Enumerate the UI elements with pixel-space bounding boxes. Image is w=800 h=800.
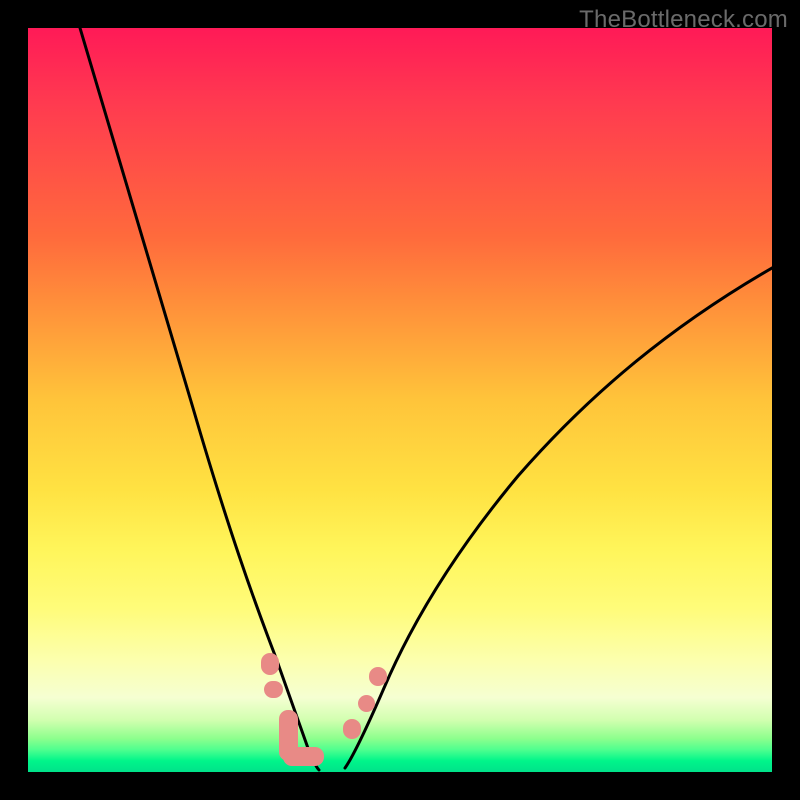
left-curve-path bbox=[80, 28, 319, 770]
curve-layer bbox=[28, 28, 772, 772]
right-top-blob bbox=[369, 667, 387, 686]
chart-canvas: TheBottleneck.com bbox=[0, 0, 800, 800]
left-top-blob bbox=[261, 653, 279, 675]
left-mid-blob bbox=[264, 681, 283, 697]
right-curve-path bbox=[345, 268, 772, 768]
right-lower-blob bbox=[343, 719, 361, 738]
bottom-bar bbox=[283, 747, 324, 766]
attribution-text: TheBottleneck.com bbox=[579, 6, 788, 34]
plot-area bbox=[28, 28, 772, 772]
